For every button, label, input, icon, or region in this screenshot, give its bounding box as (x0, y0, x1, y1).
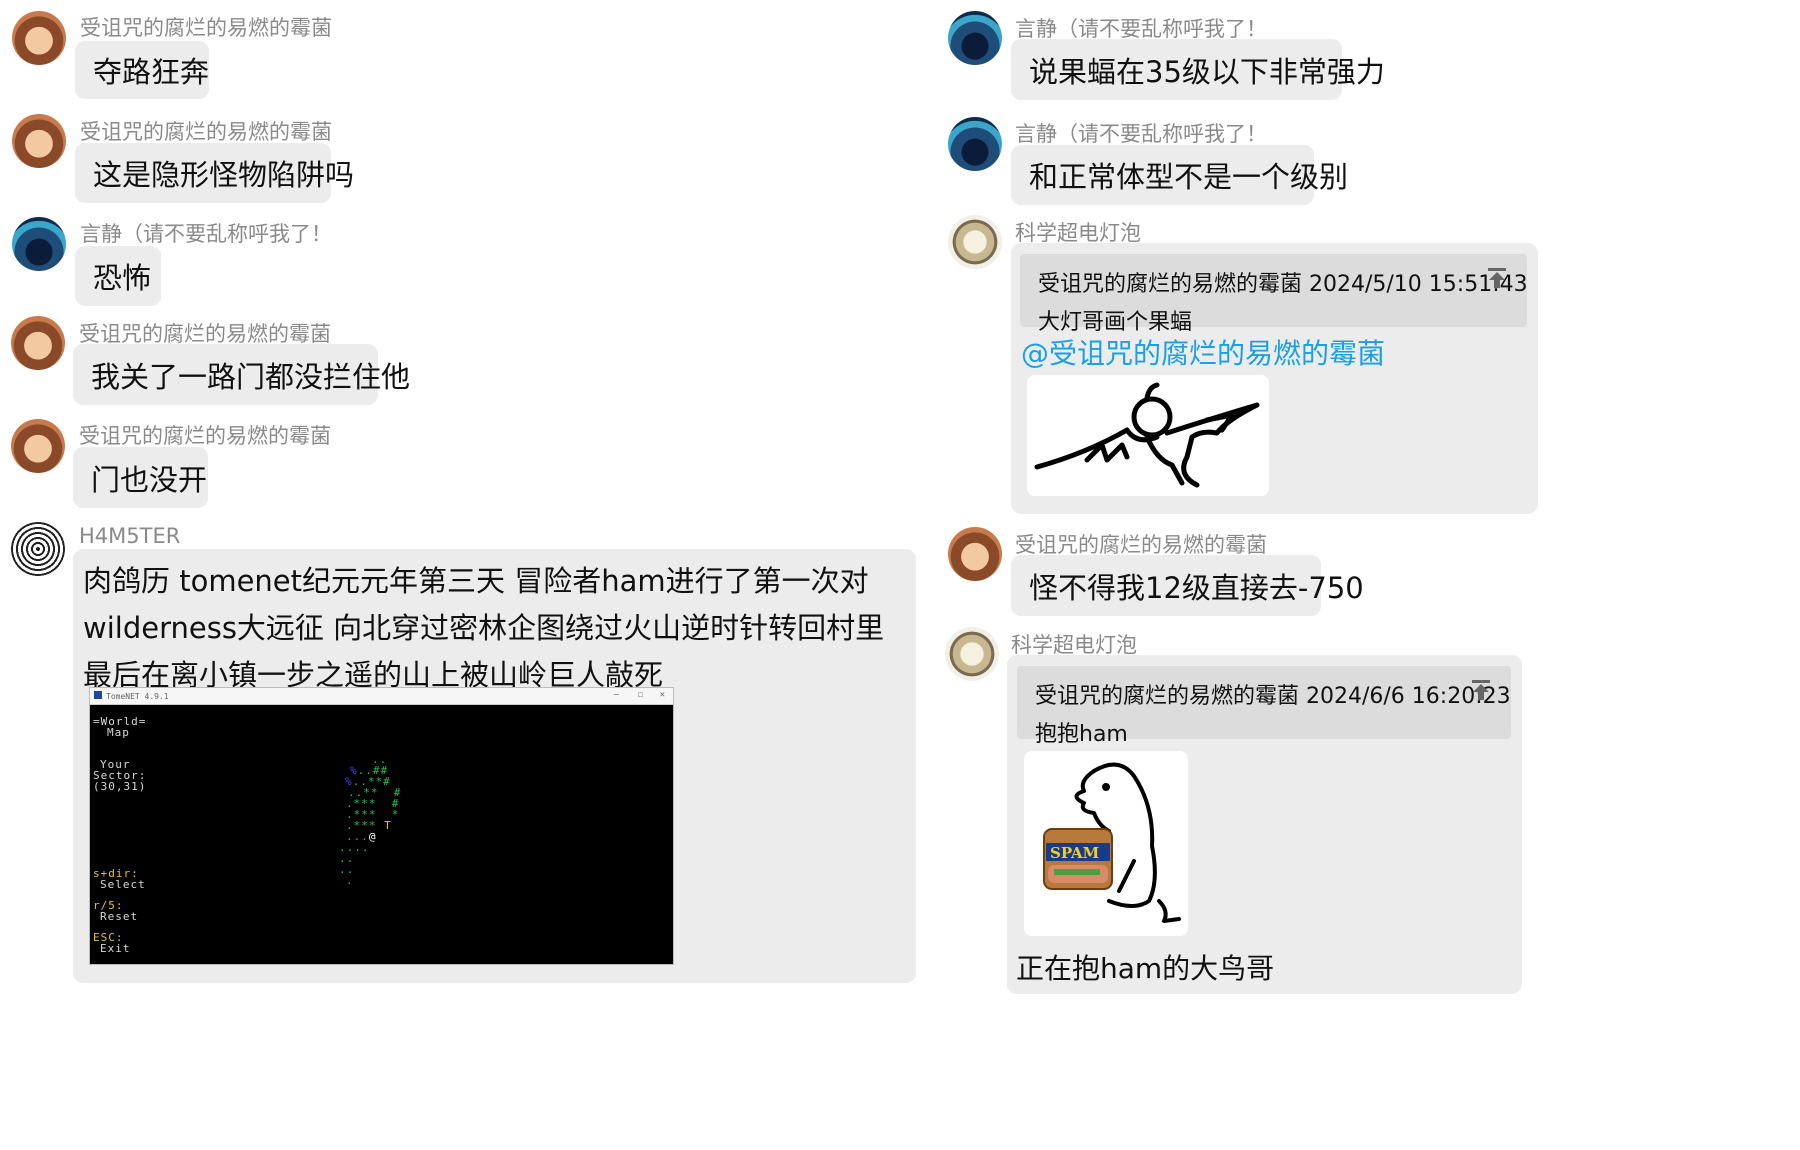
avatar[interactable] (11, 522, 65, 576)
message-bubble[interactable]: 怪不得我12级直接去-750 (1011, 555, 1364, 616)
mention-link[interactable]: @受诅咒的腐烂的易燃的霉菌 (1021, 332, 1385, 372)
select-label: Select (100, 878, 146, 891)
map-label: Map (107, 726, 130, 739)
exit-label: Exit (100, 942, 131, 955)
avatar[interactable] (948, 215, 1002, 269)
avatar[interactable] (11, 419, 65, 473)
sender-name[interactable]: 受诅咒的腐烂的易燃的霉菌 (79, 420, 331, 450)
message-bubble[interactable]: 门也没开 (73, 447, 208, 508)
quote-header: 受诅咒的腐烂的易燃的霉菌 2024/6/6 16:20:23 (1035, 684, 1511, 709)
avatar[interactable] (948, 117, 1002, 171)
fruit-bat-drawing[interactable] (1027, 375, 1269, 496)
screenshot-titlebar: TomeNET 4.9.1 — ☐ ✕ (90, 688, 673, 705)
can-label: SPAM (1050, 844, 1099, 862)
sender-name[interactable]: H4M5TER (79, 524, 180, 548)
quote-header: 受诅咒的腐烂的易燃的霉菌 2024/5/10 15:51:43 (1038, 272, 1528, 297)
window-title: TomeNET 4.9.1 (106, 691, 169, 701)
image-caption: 正在抱ham的大鸟哥 (1016, 952, 1275, 985)
message-bubble[interactable]: 受诅咒的腐烂的易燃的霉菌 2024/5/10 15:51:43 大灯哥画个果蝠 … (1011, 243, 1538, 514)
app-icon (94, 691, 102, 699)
jump-to-message-icon[interactable] (1469, 678, 1493, 702)
message-bubble[interactable]: 这是隐形怪物陷阱吗 (75, 143, 354, 203)
maximize-icon: ☐ (637, 690, 643, 700)
message-bubble[interactable]: 我关了一路门都没拦住他 (73, 344, 410, 405)
message-bubble[interactable]: 肉鸽历 tomenet纪元元年第三天 冒险者ham进行了第一次对wilderne… (73, 549, 916, 983)
jump-to-message-icon[interactable] (1485, 266, 1509, 290)
sender-name[interactable]: 言静（请不要乱称呼我了！ (1015, 118, 1267, 148)
avatar[interactable] (948, 527, 1002, 581)
reset-label: Reset (100, 910, 139, 923)
message-bubble[interactable]: 和正常体型不是一个级别 (1011, 145, 1348, 205)
bird-sketch: SPAM (1043, 762, 1181, 923)
game-screenshot[interactable]: TomeNET 4.9.1 — ☐ ✕ =World= Map Your Sec… (89, 687, 674, 965)
sender-name[interactable]: 言静（请不要乱称呼我了！ (80, 218, 332, 248)
message-bubble[interactable]: 夺路狂奔 (75, 41, 209, 99)
fruit-bat-sketch (1034, 382, 1260, 488)
quoted-message[interactable]: 受诅咒的腐烂的易燃的霉菌 2024/5/10 15:51:43 大灯哥画个果蝠 (1020, 254, 1528, 335)
bird-hugging-spam-drawing[interactable]: SPAM (1024, 751, 1188, 936)
message-bubble[interactable]: 恐怖 (75, 246, 161, 306)
quote-text: 抱抱ham (1035, 722, 1128, 747)
avatar[interactable] (948, 11, 1002, 65)
sender-name[interactable]: 受诅咒的腐烂的易燃的霉菌 (80, 116, 332, 146)
avatar[interactable] (945, 627, 999, 681)
message-text: 肉鸽历 tomenet纪元元年第三天 冒险者ham进行了第一次对wilderne… (83, 564, 885, 692)
quoted-message[interactable]: 受诅咒的腐烂的易燃的霉菌 2024/6/6 16:20:23 抱抱ham (1017, 666, 1511, 747)
close-icon: ✕ (659, 690, 665, 700)
avatar[interactable] (12, 11, 66, 65)
sender-name[interactable]: 受诅咒的腐烂的易燃的霉菌 (80, 12, 332, 42)
avatar[interactable] (11, 316, 65, 370)
avatar[interactable] (12, 217, 66, 271)
message-bubble[interactable]: 说果蝠在35级以下非常强力 (1011, 39, 1385, 100)
message-bubble[interactable]: 受诅咒的腐烂的易燃的霉菌 2024/6/6 16:20:23 抱抱ham SPA… (1007, 655, 1522, 994)
sector-coords: (30,31) (93, 780, 147, 793)
minimize-icon: — (613, 690, 619, 700)
avatar[interactable] (12, 114, 66, 168)
